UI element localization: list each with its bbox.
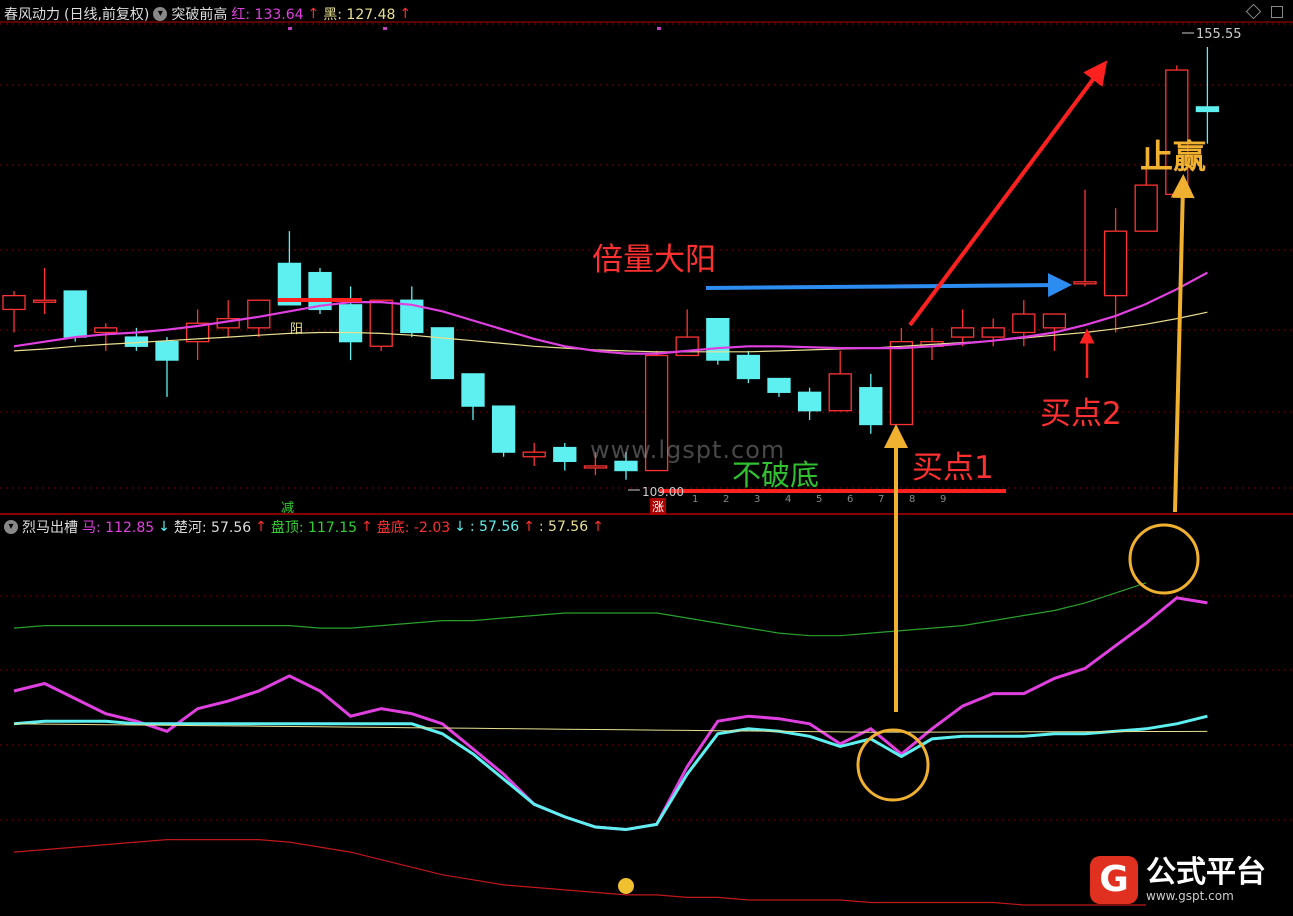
take-profit-label: 止赢 — [1140, 137, 1206, 176]
candle-body — [950, 327, 975, 338]
zhang-label: 涨 — [650, 498, 667, 515]
candle-body — [583, 465, 608, 469]
candle-body — [553, 446, 577, 463]
day-count-label: 8 — [909, 494, 915, 505]
signal-dot — [383, 27, 387, 30]
candle-body — [338, 304, 363, 343]
candle-body — [706, 317, 730, 361]
candle-body — [155, 341, 179, 361]
take-profit-arrow — [1170, 174, 1195, 513]
candle-body — [859, 387, 883, 426]
candle-body — [1073, 281, 1097, 285]
candle-body — [1042, 313, 1067, 329]
day-count-label: 6 — [847, 494, 853, 505]
day-count-label: 1 — [692, 494, 698, 505]
day-count-label: 7 — [878, 494, 884, 505]
candle-body — [1195, 106, 1220, 113]
low-price-label: 109.00 — [642, 485, 684, 499]
candle-body — [1103, 230, 1128, 297]
breakout-arrow — [705, 273, 1072, 298]
candle-body — [491, 405, 516, 453]
candle-body — [675, 336, 699, 357]
day-count-label: 4 — [785, 494, 791, 505]
ma-line — [13, 596, 1208, 832]
candle-body — [981, 327, 1005, 338]
day-count-label: 3 — [754, 494, 760, 505]
buy-point-2-label: 买点2 — [1040, 396, 1122, 432]
site-logo: G 公式平台 www.gspt.com — [1090, 856, 1266, 904]
signal-dot — [288, 27, 292, 30]
logo-mark-icon: G — [1090, 856, 1138, 904]
buy-point-1-label: 买点1 — [912, 450, 994, 486]
candle-body — [430, 327, 455, 380]
logo-name: 公式平台 — [1146, 855, 1266, 890]
logo-url: www.gspt.com — [1146, 889, 1234, 903]
chuhe-line — [13, 714, 1208, 832]
high-price-label: 155.55 — [1196, 27, 1242, 42]
buy-signal-circle — [856, 728, 930, 802]
candle-body — [247, 299, 271, 329]
sub-indicator-lines — [13, 582, 1208, 906]
candle-body — [1012, 313, 1036, 334]
candle-body — [32, 299, 57, 303]
day-count-label: 5 — [816, 494, 822, 505]
jian-label: 减 — [281, 501, 295, 516]
sell-signal-circle — [1128, 523, 1200, 595]
pan-bottom-line — [13, 839, 1147, 906]
candle-body — [94, 327, 118, 334]
sub-slow-line — [13, 723, 1208, 733]
candle-body — [767, 377, 791, 393]
candle-body — [522, 451, 546, 458]
yang-label: 阳 — [290, 322, 304, 337]
signal-dot — [657, 27, 661, 30]
candle-body — [369, 299, 393, 347]
pan-top-line — [13, 582, 1147, 637]
day-count-label: 9 — [940, 494, 946, 505]
candle-body — [461, 373, 485, 407]
candle-body — [828, 373, 852, 412]
day-count-label: 2 — [723, 494, 729, 505]
smiley-icon — [618, 878, 634, 894]
candle-body — [63, 290, 87, 338]
candle-body — [889, 341, 914, 426]
candle-body — [1134, 184, 1158, 232]
candle-body — [736, 354, 761, 380]
no-break-label: 不破底 — [732, 458, 820, 492]
candle-body — [797, 391, 822, 412]
candle-body — [2, 294, 26, 311]
double-volume-label: 倍量大阳 — [592, 242, 716, 278]
